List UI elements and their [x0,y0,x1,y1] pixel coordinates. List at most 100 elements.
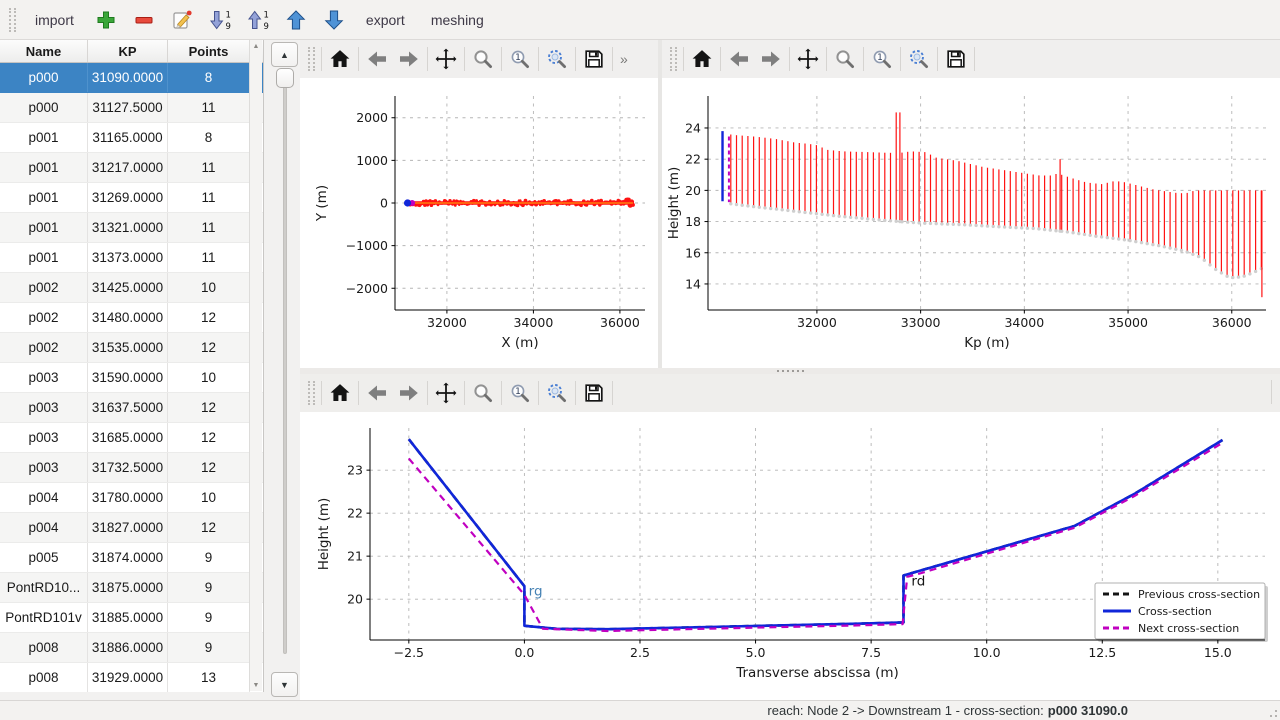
plan-view-plot[interactable]: 320003400036000−2000−1000010002000X (m)Y… [300,78,658,368]
bank-label-rd: rd [911,573,925,589]
cross-sections-table[interactable]: NameKPPoints p00031090.00008p00031127.50… [0,40,264,692]
section-slider-groove[interactable] [283,74,287,654]
home-button[interactable] [324,43,356,75]
zoom-1-button[interactable]: 1 [504,377,536,409]
table-row[interactable]: p00131217.000011 [0,153,263,183]
zoom-button[interactable] [829,43,861,75]
toolbar-separator [683,47,684,71]
table-row[interactable]: p00331637.500012 [0,393,263,423]
table-row[interactable]: p00231535.000012 [0,333,263,363]
table-row[interactable]: p00531874.00009 [0,543,263,573]
zoom-1-button[interactable]: 1 [866,43,898,75]
add-button[interactable] [89,5,123,35]
save-button[interactable] [578,377,610,409]
import-button[interactable]: import [24,7,85,33]
back-button[interactable] [361,377,393,409]
move-up-button[interactable] [279,5,313,35]
cross-section-plot[interactable]: rgrd−2.50.02.55.07.510.012.515.020212223… [300,412,1280,700]
svg-text:21: 21 [347,549,363,564]
meshing-button[interactable]: meshing [420,7,495,33]
forward-button[interactable] [755,43,787,75]
svg-text:0.0: 0.0 [514,645,534,660]
plots-area: 1» 1 320003400036000−2000−1000010002000X… [300,40,1280,700]
table-row[interactable]: p00131321.000011 [0,213,263,243]
remove-button[interactable] [127,5,161,35]
svg-text:2.5: 2.5 [630,645,650,660]
table-row[interactable]: PontRD101v31885.00009 [0,603,263,633]
table-row[interactable]: p00031127.500011 [0,93,263,123]
home-button[interactable] [324,377,356,409]
table-row[interactable]: PontRD10...31875.00009 [0,573,263,603]
export-button[interactable]: export [355,7,416,33]
table-row[interactable]: p00131165.00008 [0,123,263,153]
back-button[interactable] [723,43,755,75]
cell-kp: 31874.0000 [88,543,168,572]
save-button[interactable] [578,43,610,75]
window-resize-grip[interactable] [1265,705,1277,717]
cell-name: p003 [0,453,88,482]
back-button[interactable] [361,43,393,75]
toolbar-end-separator [1271,380,1272,404]
move-down-button[interactable] [317,5,351,35]
table-row[interactable]: p00031090.00008 [0,63,263,93]
column-header-points[interactable]: Points [168,40,250,62]
sort-ascending-icon: 19 [246,8,270,32]
zoom-1-button[interactable]: 1 [504,43,536,75]
table-row[interactable]: p00831929.000013 [0,663,263,692]
pan-button[interactable] [430,377,462,409]
longitudinal-profile-plot[interactable]: 3200033000340003500036000141618202224Kp … [662,78,1280,368]
toolbar-drag-handle[interactable] [9,8,16,32]
sort-descending-button[interactable]: 19 [203,5,237,35]
toolbar-separator [826,47,827,71]
zoom-fit-button[interactable] [903,43,935,75]
plan-view-toolbar: 1» [300,40,658,78]
scroll-down-icon[interactable]: ▼ [250,679,262,691]
previous-section-button[interactable]: ▲ [271,42,298,67]
edit-button[interactable] [165,5,199,35]
sort-ascending-button[interactable]: 19 [241,5,275,35]
table-row[interactable]: p00331732.500012 [0,453,263,483]
table-row[interactable]: p00331590.000010 [0,363,263,393]
forward-button[interactable] [393,377,425,409]
table-row[interactable]: p00431827.000012 [0,513,263,543]
toolbar-drag-handle[interactable] [670,47,677,71]
svg-text:Kp (m): Kp (m) [964,335,1009,351]
svg-text:36000: 36000 [1212,315,1252,330]
pan-button[interactable] [430,43,462,75]
zoom-fit-button[interactable] [541,377,573,409]
toolbar-drag-handle[interactable] [308,381,315,405]
cell-points: 12 [168,423,250,452]
toolbar-overflow-button[interactable]: » [615,51,633,67]
cell-kp: 31929.0000 [88,663,168,692]
home-button[interactable] [686,43,718,75]
toolbar-separator [321,47,322,71]
next-section-button[interactable]: ▼ [271,672,298,697]
svg-text:5.0: 5.0 [746,645,766,660]
column-header-name[interactable]: Name [0,40,88,62]
cell-kp: 31373.0000 [88,243,168,272]
svg-text:Transverse abscissa (m): Transverse abscissa (m) [735,665,899,681]
zoom-button[interactable] [467,43,499,75]
table-scrollbar[interactable]: ▲ ▼ [249,40,262,691]
zoom-button[interactable] [467,377,499,409]
toolbar-drag-handle[interactable] [308,47,315,71]
column-header-kp[interactable]: KP [88,40,168,62]
cell-points: 11 [168,243,250,272]
section-slider-handle[interactable] [276,68,294,88]
toolbar-separator [720,47,721,71]
table-row[interactable]: p00331685.000012 [0,423,263,453]
table-row[interactable]: p00431780.000010 [0,483,263,513]
save-button[interactable] [940,43,972,75]
table-row[interactable]: p00231480.000012 [0,303,263,333]
zoom-fit-button[interactable] [541,43,573,75]
pan-button[interactable] [792,43,824,75]
table-row[interactable]: p00231425.000010 [0,273,263,303]
table-row[interactable]: p00131269.000011 [0,183,263,213]
forward-button[interactable] [393,43,425,75]
remove-icon [132,8,156,32]
toolbar-separator [501,381,502,405]
cell-name: p001 [0,153,88,182]
table-row[interactable]: p00831886.00009 [0,633,263,663]
table-row[interactable]: p00131373.000011 [0,243,263,273]
scroll-up-icon[interactable]: ▲ [250,40,262,52]
